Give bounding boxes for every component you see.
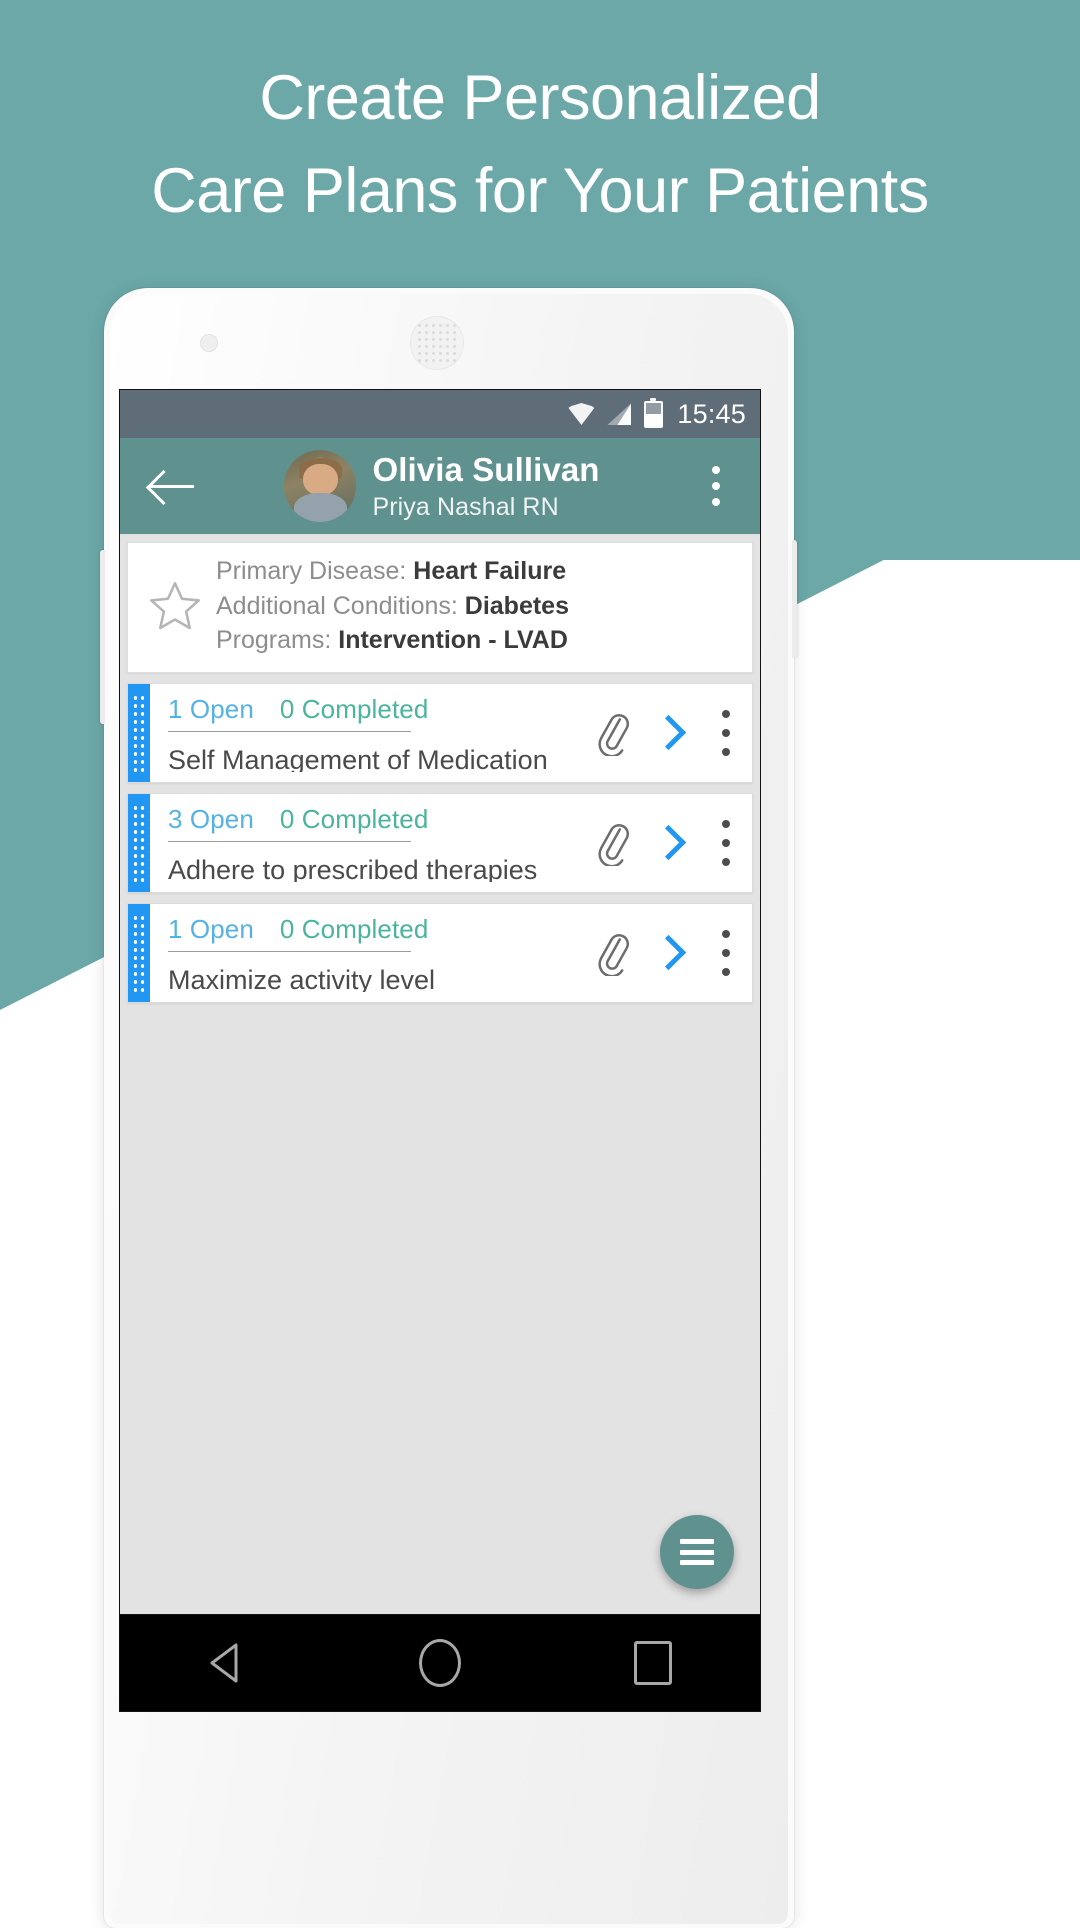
headline-line-2: Care Plans for Your Patients (151, 156, 929, 226)
menu-bar (680, 1560, 714, 1565)
phone-power-button (792, 540, 797, 658)
signal-icon (607, 403, 631, 425)
goal-title: Self Management of Medication (168, 744, 548, 772)
avatar-body (293, 493, 348, 522)
floating-action-button[interactable] (660, 1515, 734, 1589)
completed-count: 0 Completed (279, 913, 429, 944)
android-home-icon[interactable] (380, 1615, 500, 1711)
drag-handle-icon[interactable] (128, 903, 150, 1002)
menu-bar (680, 1539, 714, 1544)
status-bar-clock: 15:45 (677, 398, 746, 429)
back-arrow-icon[interactable] (142, 458, 198, 514)
info-label: Programs: (216, 626, 339, 654)
phone-speaker-grille (410, 316, 464, 370)
goal-content: 3 Open 0 Completed Adhere to prescribed … (150, 794, 584, 892)
list-menu-icon (680, 1539, 714, 1565)
page-subtitle: Priya Nashal RN (372, 492, 559, 521)
overflow-dot (722, 709, 730, 718)
overflow-dot (722, 838, 730, 847)
android-recents-icon[interactable] (593, 1615, 713, 1711)
paperclip-icon[interactable] (584, 812, 640, 874)
phone-sensor (200, 334, 218, 352)
status-bar-icons (568, 397, 664, 428)
goal-list: 1 Open 0 Completed Self Management of Me… (120, 682, 760, 1003)
info-value: Diabetes (464, 591, 569, 620)
chevron-right-icon[interactable] (646, 922, 698, 984)
home-circle (418, 1639, 461, 1687)
completed-count: 0 Completed (279, 693, 429, 724)
chevron-right-icon[interactable] (646, 812, 698, 874)
info-label: Additional Conditions: (216, 591, 465, 620)
promo-headline: Create Personalized Care Plans for Your … (0, 52, 1080, 238)
recents-square (634, 1641, 673, 1685)
info-row-additional-conditions: Additional Conditions: Diabetes (216, 592, 569, 622)
headline-line-1: Create Personalized (259, 63, 821, 133)
paperclip-icon[interactable] (584, 922, 640, 984)
drag-handle-icon[interactable] (128, 793, 150, 892)
avatar[interactable] (284, 450, 357, 522)
paperclip-icon[interactable] (584, 702, 640, 764)
drag-handle-icon[interactable] (128, 683, 150, 782)
app-bar-title-group: Olivia Sullivan Priya Nashal RN (190, 450, 694, 522)
phone-mockup: 15:45 Olivia Sullivan Priya Nashal RN Pr… (100, 288, 797, 1928)
open-count: 3 Open (168, 803, 254, 834)
goal-actions (584, 904, 752, 1002)
info-value: Intervention - LVAD (338, 626, 568, 654)
info-row-primary-disease: Primary Disease: Heart Failure (216, 557, 569, 587)
overflow-dot (722, 728, 730, 737)
goal-actions (584, 794, 752, 892)
chevron-right-icon[interactable] (646, 702, 698, 764)
page-title: Olivia Sullivan (372, 450, 600, 488)
patient-info-lines: Primary Disease: Heart Failure Additiona… (216, 557, 569, 656)
star-outline-icon[interactable] (146, 577, 204, 635)
goal-title: Maximize activity level (168, 964, 436, 992)
phone-screen: 15:45 Olivia Sullivan Priya Nashal RN Pr… (120, 390, 760, 1615)
completed-count: 0 Completed (279, 803, 429, 834)
avatar-face (303, 464, 338, 497)
android-back-icon[interactable] (167, 1615, 287, 1711)
overflow-menu-icon[interactable] (704, 803, 748, 883)
overflow-dot (722, 967, 730, 976)
goal-content: 1 Open 0 Completed Self Management of Me… (150, 684, 584, 782)
overflow-dot (722, 747, 730, 756)
overflow-menu-icon[interactable] (694, 456, 738, 516)
open-count: 1 Open (168, 693, 254, 724)
goal-title: Adhere to prescribed therapies (168, 854, 538, 882)
goal-actions (584, 684, 752, 782)
overflow-dot (712, 466, 720, 474)
overflow-dot (712, 482, 720, 490)
menu-bar (680, 1549, 714, 1555)
status-bar: 15:45 (120, 390, 760, 438)
info-label: Primary Disease: (216, 557, 414, 585)
overflow-dot (722, 929, 730, 938)
patient-info-card[interactable]: Primary Disease: Heart Failure Additiona… (127, 542, 753, 673)
overflow-menu-icon[interactable] (704, 913, 748, 993)
list-item[interactable]: 1 Open 0 Completed Self Management of Me… (127, 682, 753, 783)
overflow-dot (722, 819, 730, 828)
list-item[interactable]: 3 Open 0 Completed Adhere to prescribed … (127, 792, 753, 893)
list-item[interactable]: 1 Open 0 Completed Maximize activity lev… (127, 902, 753, 1003)
info-value: Heart Failure (413, 557, 567, 585)
goal-counts: 1 Open 0 Completed (168, 913, 428, 952)
goal-counts: 3 Open 0 Completed (168, 803, 428, 842)
app-bar: Olivia Sullivan Priya Nashal RN (120, 438, 760, 534)
goal-content: 1 Open 0 Completed Maximize activity lev… (150, 904, 584, 1002)
patient-name-block: Olivia Sullivan Priya Nashal RN (372, 453, 599, 520)
wifi-icon (568, 403, 595, 425)
overflow-dot (722, 948, 730, 957)
overflow-dot (722, 857, 730, 866)
android-nav-bar (120, 1615, 760, 1711)
open-count: 1 Open (168, 913, 254, 944)
goal-counts: 1 Open 0 Completed (168, 693, 428, 732)
phone-volume-button (100, 550, 105, 724)
overflow-menu-icon[interactable] (704, 693, 748, 773)
info-row-programs: Programs: Intervention - LVAD (216, 626, 569, 656)
battery-icon (644, 397, 664, 428)
overflow-dot (712, 498, 720, 506)
